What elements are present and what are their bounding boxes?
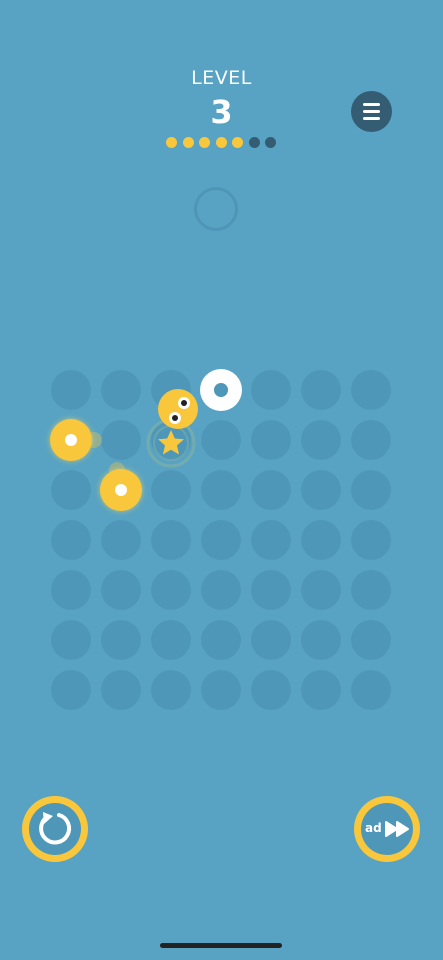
board-cell[interactable] bbox=[301, 520, 341, 560]
board-cell[interactable] bbox=[51, 620, 91, 660]
board-cell[interactable] bbox=[251, 520, 291, 560]
board-cell[interactable] bbox=[301, 420, 341, 460]
board-cell[interactable] bbox=[301, 370, 341, 410]
board-cell[interactable] bbox=[51, 470, 91, 510]
board-cell[interactable] bbox=[151, 520, 191, 560]
board-cell[interactable] bbox=[351, 470, 391, 510]
board-cell[interactable] bbox=[101, 370, 141, 410]
board-cell[interactable] bbox=[51, 370, 91, 410]
board-cell[interactable] bbox=[201, 520, 241, 560]
goal-ring-icon bbox=[194, 187, 238, 231]
board-cell[interactable] bbox=[101, 420, 141, 460]
ad-label: ad bbox=[365, 821, 382, 835]
board-cell[interactable] bbox=[201, 420, 241, 460]
board-cell[interactable] bbox=[251, 670, 291, 710]
player-ball-with-eyes[interactable] bbox=[158, 389, 198, 429]
progress-dot-pending bbox=[265, 137, 276, 148]
board-cell[interactable] bbox=[101, 520, 141, 560]
board-cell[interactable] bbox=[301, 570, 341, 610]
yellow-ball-piece[interactable] bbox=[50, 419, 92, 461]
board-cell[interactable] bbox=[101, 670, 141, 710]
board-cell[interactable] bbox=[101, 620, 141, 660]
restart-icon bbox=[39, 812, 72, 845]
board-cell[interactable] bbox=[151, 570, 191, 610]
board-cell[interactable] bbox=[151, 620, 191, 660]
board-cell[interactable] bbox=[101, 570, 141, 610]
board-cell[interactable] bbox=[351, 570, 391, 610]
level-progress-dots bbox=[166, 137, 276, 148]
menu-button[interactable] bbox=[351, 91, 392, 132]
board-cell[interactable] bbox=[351, 520, 391, 560]
board-cell[interactable] bbox=[201, 670, 241, 710]
progress-dot-complete bbox=[199, 137, 210, 148]
board-cell[interactable] bbox=[51, 670, 91, 710]
board-cell[interactable] bbox=[251, 370, 291, 410]
fast-forward-icon bbox=[385, 821, 409, 837]
board-cell[interactable] bbox=[201, 470, 241, 510]
white-ring-piece[interactable] bbox=[200, 369, 242, 411]
board-cell[interactable] bbox=[351, 370, 391, 410]
board-cell[interactable] bbox=[151, 670, 191, 710]
board-cell[interactable] bbox=[51, 520, 91, 560]
board-cell[interactable] bbox=[251, 470, 291, 510]
skip-level-ad-button[interactable]: ad bbox=[354, 796, 420, 862]
board-cell[interactable] bbox=[301, 670, 341, 710]
board-cell[interactable] bbox=[51, 570, 91, 610]
progress-dot-complete bbox=[232, 137, 243, 148]
board-cell[interactable] bbox=[201, 570, 241, 610]
level-label: LEVEL bbox=[191, 67, 252, 89]
home-indicator bbox=[160, 943, 282, 948]
board-cell[interactable] bbox=[301, 470, 341, 510]
board-cell[interactable] bbox=[151, 470, 191, 510]
progress-dot-complete bbox=[215, 137, 227, 148]
board-cell[interactable] bbox=[251, 420, 291, 460]
progress-dot-complete bbox=[166, 137, 177, 148]
board-cell[interactable] bbox=[351, 620, 391, 660]
progress-dot-complete bbox=[182, 137, 194, 148]
board-cell[interactable] bbox=[251, 620, 291, 660]
progress-dot-pending bbox=[248, 137, 260, 148]
board-cell[interactable] bbox=[351, 420, 391, 460]
board-cell[interactable] bbox=[201, 620, 241, 660]
board-cell[interactable] bbox=[351, 670, 391, 710]
yellow-ball-piece[interactable] bbox=[100, 469, 142, 511]
restart-button[interactable] bbox=[22, 796, 88, 862]
board-cell[interactable] bbox=[251, 570, 291, 610]
board-cell[interactable] bbox=[301, 620, 341, 660]
